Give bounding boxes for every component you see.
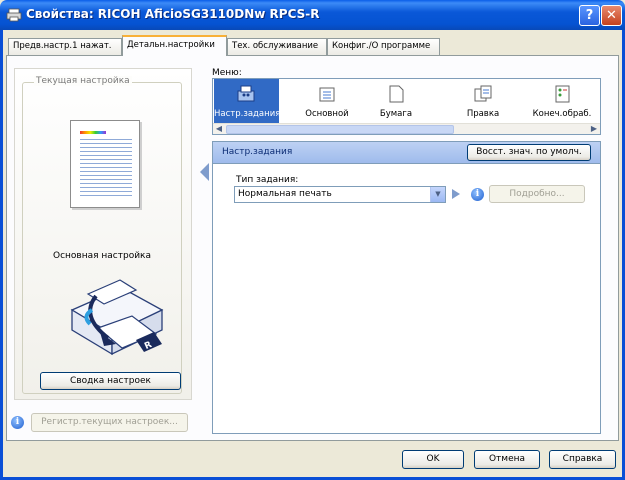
tab-presets[interactable]: Предв.настр.1 нажат. [8, 38, 122, 55]
doc-line [80, 191, 132, 192]
doc-line [80, 175, 132, 176]
job-type-select[interactable]: Нормальная печать ▼ [234, 186, 446, 203]
job-type-label: Тип задания: [236, 175, 299, 185]
printer-illustration-icon: R [70, 279, 164, 356]
menu-item-label: Конеч.обраб. [532, 109, 592, 119]
settings-body [212, 164, 601, 434]
help-title-button[interactable]: ? [579, 5, 600, 26]
doc-line [80, 195, 132, 196]
job-settings-icon [237, 85, 255, 102]
ok-button[interactable]: OK [402, 450, 464, 469]
doc-line [80, 139, 132, 140]
doc-line [80, 155, 132, 156]
menu-item-basic[interactable]: Основной [297, 79, 357, 123]
chevron-down-icon[interactable]: ▼ [430, 187, 445, 202]
doc-line [80, 163, 132, 164]
tab-maintenance[interactable]: Тех. обслуживание [227, 38, 327, 55]
details-button[interactable]: Подробно... [489, 185, 585, 203]
menu-item-job-settings[interactable]: Настр.задания [214, 79, 281, 123]
doc-line [80, 167, 132, 168]
doc-line [80, 183, 132, 184]
doc-line [80, 151, 132, 152]
document-preview [70, 120, 140, 208]
info-icon: i [11, 416, 24, 429]
info-icon: i [471, 188, 484, 201]
close-button[interactable]: ✕ [601, 5, 622, 26]
register-settings-button[interactable]: Регистр.текущих настроек... [31, 413, 188, 432]
scroll-right-icon[interactable]: ▶ [588, 124, 600, 135]
menu-item-label: Настр.задания [214, 109, 281, 119]
menu-strip: Настр.задания Основной Бумага Правка Кон… [212, 78, 601, 135]
doc-line [80, 187, 132, 188]
current-settings-label: Текущая настройка [34, 76, 132, 86]
menu-item-edit[interactable]: Правка [453, 79, 513, 123]
restore-defaults-button[interactable]: Восст. знач. по умолч. [467, 144, 591, 161]
arrow-right-icon [452, 189, 460, 199]
doc-line [80, 147, 132, 148]
tab-detailed-settings[interactable]: Детальн.настройки [122, 35, 227, 56]
menu-label: Меню: [212, 68, 242, 78]
menu-item-paper[interactable]: Бумага [371, 79, 421, 123]
title-bar: Свойства: RICOH AficioSG3110DNw RPCS-R ?… [0, 0, 625, 30]
settings-title: Настр.задания [222, 147, 293, 157]
help-button[interactable]: Справка [549, 450, 616, 469]
doc-line [80, 143, 132, 144]
doc-line [80, 171, 132, 172]
scroll-left-icon[interactable]: ◀ [213, 124, 225, 135]
doc-line [80, 179, 132, 180]
tab-config-about[interactable]: Конфиг./О программе [327, 38, 440, 55]
color-bar [80, 131, 106, 134]
job-type-value: Нормальная печать [238, 189, 332, 199]
menu-scrollbar[interactable]: ◀ ▶ [213, 123, 600, 134]
panel-pointer-icon [200, 163, 209, 181]
preview-label: Основная настройка [52, 251, 151, 261]
basic-icon [319, 87, 335, 102]
summary-button[interactable]: Сводка настроек [40, 372, 181, 390]
edit-icon [474, 85, 492, 102]
window-title: Свойства: RICOH AficioSG3110DNw RPCS-R [26, 7, 320, 21]
cancel-button[interactable]: Отмена [474, 450, 540, 469]
menu-item-finishing[interactable]: Конеч.обраб. [529, 79, 595, 123]
doc-line [80, 159, 132, 160]
menu-item-label: Бумага [379, 109, 413, 119]
scroll-thumb[interactable] [226, 125, 454, 134]
paper-icon [389, 85, 404, 103]
menu-item-label: Основной [305, 109, 349, 119]
menu-item-label: Правка [466, 109, 500, 119]
printer-icon [6, 8, 22, 22]
finishing-icon [555, 85, 570, 103]
